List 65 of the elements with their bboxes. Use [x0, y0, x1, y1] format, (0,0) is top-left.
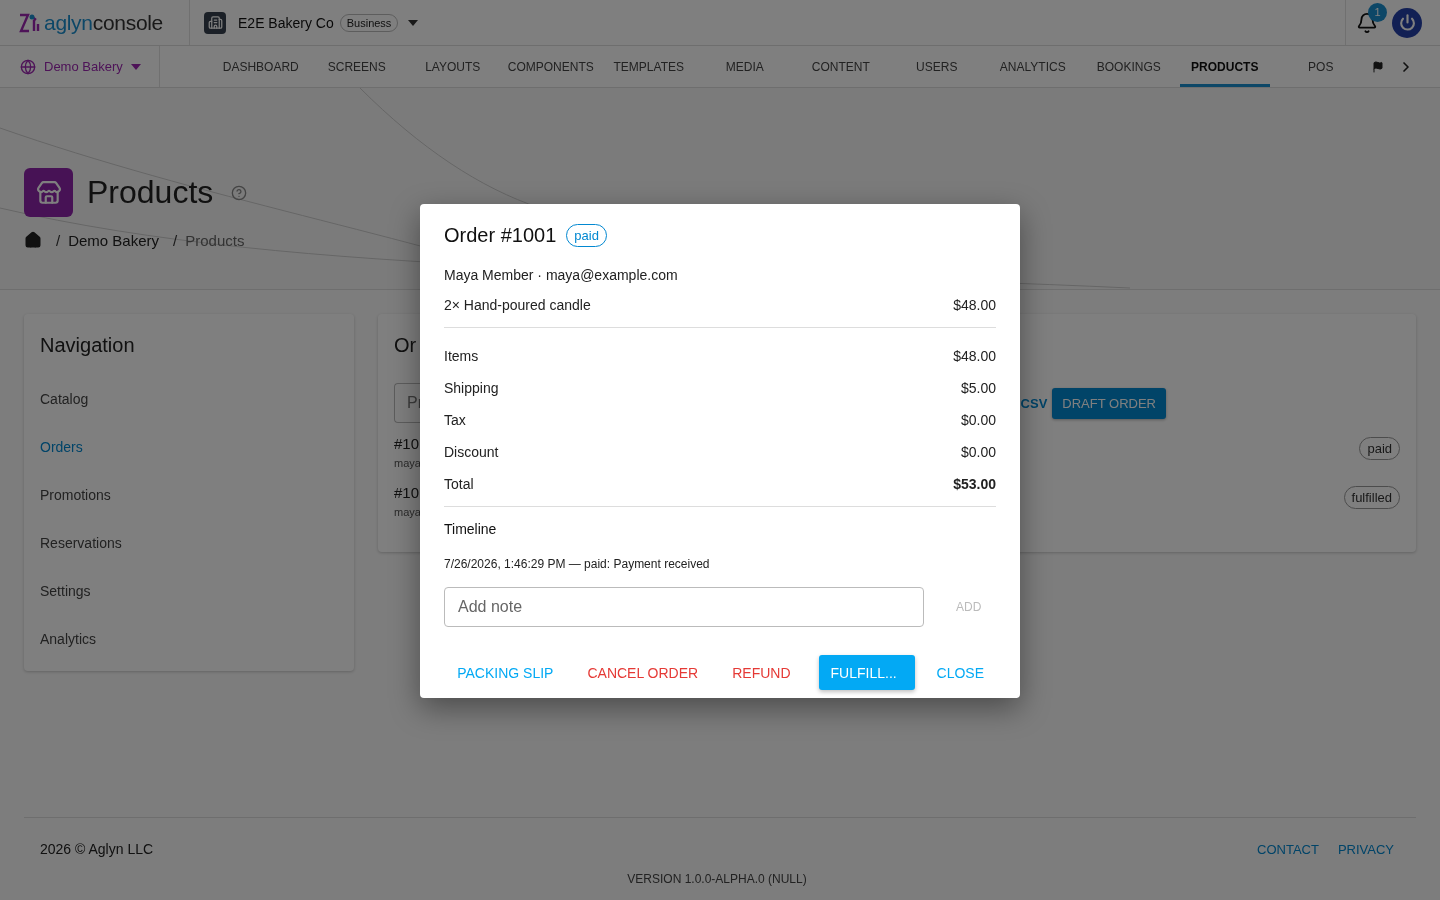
summary-amount: $48.00: [953, 348, 996, 364]
caret-icon: [408, 19, 419, 26]
breadcrumb-current: Products: [185, 231, 245, 249]
nav-tab[interactable]: CONTENT: [795, 46, 886, 87]
draft-order-button[interactable]: DRAFT ORDER: [1052, 387, 1166, 419]
summary-amount: $0.00: [960, 444, 996, 460]
nav-tab[interactable]: LAYOUTS: [407, 46, 498, 87]
page-title: Products: [87, 174, 214, 211]
nav-tab[interactable]: TEMPLATES: [603, 46, 694, 87]
summary-label: Discount: [444, 444, 499, 460]
dialog-button[interactable]: PACKING SLIP: [445, 655, 566, 690]
summary-label: Items: [444, 348, 479, 364]
flag-icon[interactable]: [1371, 60, 1384, 73]
copyright-text: 2026 © Aglyn LLC: [40, 841, 154, 857]
home-icon[interactable]: [24, 231, 42, 249]
dialog-button[interactable]: CANCEL ORDER: [575, 655, 711, 690]
dialog-button[interactable]: REFUND: [720, 655, 803, 690]
dialog-button[interactable]: FULFILL...: [818, 655, 915, 690]
building-icon: [204, 11, 226, 34]
order-number: #10: [394, 483, 421, 501]
order-customer: maya: [394, 505, 421, 518]
nav-tab[interactable]: ANALYTICS: [987, 46, 1078, 87]
caret-icon: [130, 63, 141, 70]
line-item-label: 2× Hand-poured candle: [444, 297, 591, 313]
site-selector[interactable]: Demo Bakery: [0, 46, 160, 87]
card-title: Or: [394, 334, 417, 357]
timeline-entry: 7/26/2026, 1:46:29 PM — paid: Payment received: [444, 557, 711, 571]
footer-link[interactable]: PRIVACY: [1337, 842, 1394, 857]
csv-button[interactable]: CSV: [1020, 387, 1048, 419]
logo-icon: [18, 11, 40, 34]
navigation-item[interactable]: Analytics: [24, 615, 388, 663]
summary-label: Tax: [444, 412, 466, 428]
customer-text: Maya Member · maya@example.com: [444, 267, 679, 283]
breadcrumb-link[interactable]: Demo Bakery: [68, 231, 160, 249]
note-field[interactable]: Add note: [444, 587, 924, 627]
summary-amount: $0.00: [960, 412, 996, 428]
summary-label: Total: [444, 476, 474, 492]
order-customer: maya: [394, 457, 421, 469]
dialog-button[interactable]: CLOSE: [924, 655, 996, 690]
nav-tab[interactable]: DASHBOARD: [215, 46, 306, 87]
store-icon: [24, 168, 73, 217]
nav-tab[interactable]: BOOKINGS: [1083, 46, 1174, 87]
nav-tab[interactable]: COMPONENTS: [503, 46, 598, 87]
order-number: #10: [394, 435, 421, 452]
version-text: VERSION 1.0.0-ALPHA.0 (NULL): [627, 872, 807, 886]
globe-icon: [20, 58, 36, 75]
nav-tab[interactable]: MEDIA: [699, 46, 790, 87]
summary-amount: $53.00: [953, 476, 996, 492]
breadcrumb-separator: /: [173, 231, 178, 249]
nav-tab[interactable]: POS: [1275, 46, 1366, 87]
nav-tab[interactable]: USERS: [891, 46, 982, 87]
footer-link[interactable]: CONTACT: [1257, 842, 1319, 857]
navigation-item[interactable]: Settings: [24, 567, 388, 615]
summary-label: Shipping: [444, 380, 499, 396]
breadcrumb-separator: /: [56, 231, 61, 249]
summary-amount: $5.00: [960, 380, 996, 396]
nav-tab[interactable]: SCREENS: [311, 46, 402, 87]
dialog-title: Order #1001: [444, 224, 557, 247]
organization-name: E2E Bakery Co: [238, 14, 334, 31]
power-avatar[interactable]: [1392, 7, 1422, 38]
timeline-title: Timeline: [444, 521, 498, 537]
logo-text: aglynconsole: [44, 10, 163, 35]
line-item-amount: $48.00: [953, 297, 996, 313]
card-title: Navigation: [40, 334, 136, 357]
notification-badge: 1: [1368, 2, 1387, 22]
